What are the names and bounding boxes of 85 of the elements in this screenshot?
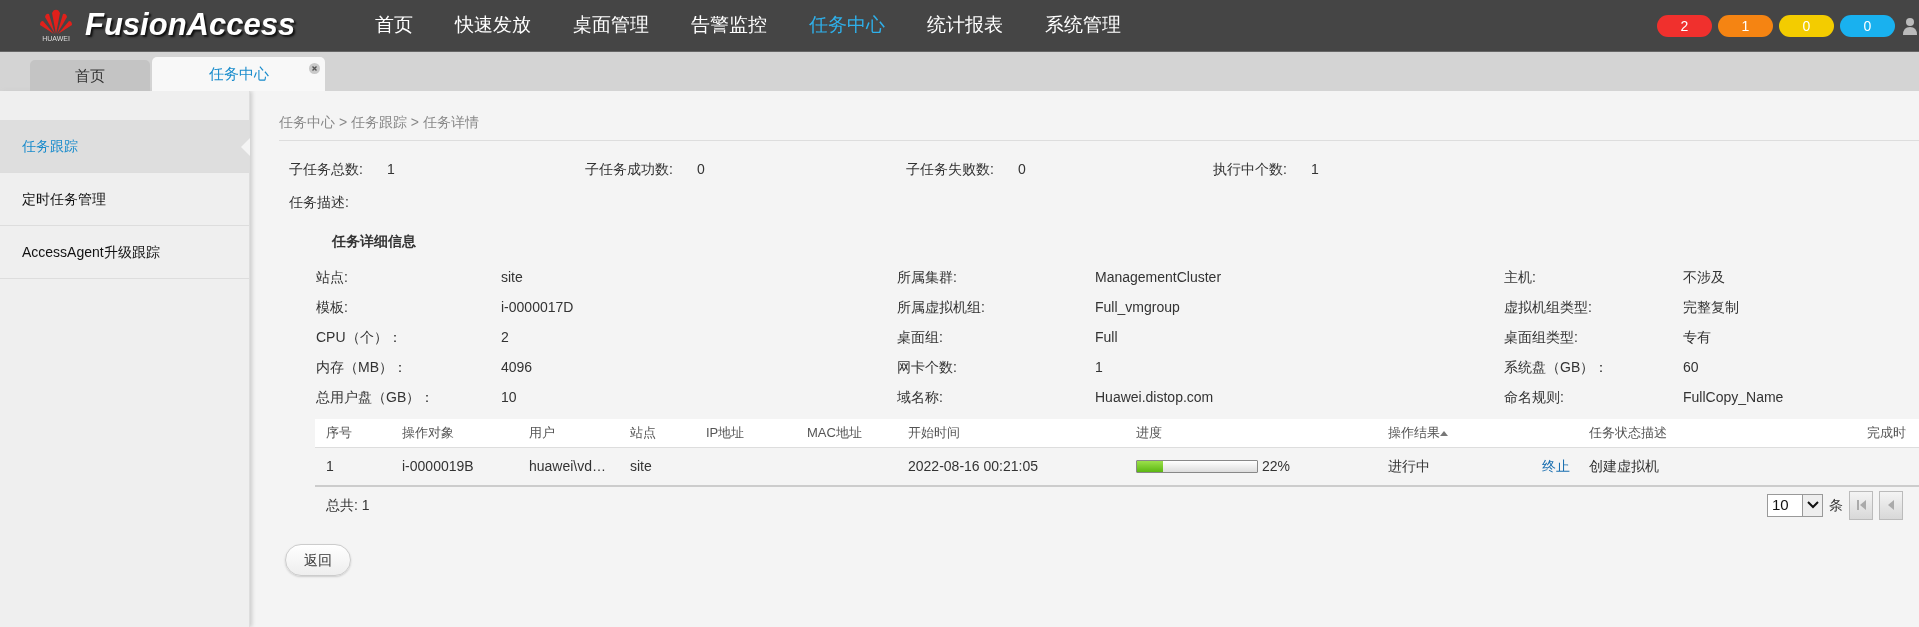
previous-page-icon xyxy=(1888,500,1894,510)
field-value: 1 xyxy=(386,160,395,179)
field-label: 主机: xyxy=(1504,269,1536,285)
dropdown-icon[interactable] xyxy=(1806,501,1819,509)
table-cell-text: 进行中 xyxy=(1388,457,1430,476)
back-button[interactable]: 返回 xyxy=(285,544,351,576)
field-value: 0 xyxy=(1017,160,1026,179)
nav-item[interactable]: 首页 xyxy=(375,11,413,40)
column-header[interactable]: MAC地址 xyxy=(807,423,862,443)
field-value: 10 xyxy=(501,389,517,405)
field-label: 总用户盘（GB）： xyxy=(316,389,435,405)
field-label: 命名规则: xyxy=(1504,389,1564,405)
field-label: 执行中个数: xyxy=(1213,160,1287,179)
field-value: Full_vmgroup xyxy=(1095,299,1180,315)
column-header[interactable]: 任务状态描述 xyxy=(1589,423,1667,443)
table-cell-text: 2022-08-16 00:21:05 xyxy=(908,457,1038,476)
field-value: 1 xyxy=(1310,160,1319,179)
field-label: 桌面组类型: xyxy=(1504,329,1578,345)
field-label: 子任务失败数: xyxy=(906,160,994,179)
column-header[interactable]: 站点 xyxy=(630,423,656,443)
field-value: 0 xyxy=(696,160,705,179)
field-value: 不涉及 xyxy=(1683,269,1725,285)
field-value: 专有 xyxy=(1683,329,1711,345)
tab[interactable]: 任务中心 xyxy=(152,57,325,91)
column-header[interactable]: IP地址 xyxy=(706,423,745,443)
field-label: 子任务成功数: xyxy=(585,160,673,179)
section-title: 任务详细信息 xyxy=(332,233,416,249)
field-label: 任务描述: xyxy=(289,194,349,210)
field-value: ManagementCluster xyxy=(1095,269,1222,285)
column-header[interactable]: 操作对象 xyxy=(402,423,454,443)
column-header[interactable]: 完成时 xyxy=(1867,423,1906,443)
first-page-icon xyxy=(1856,500,1866,510)
column-header[interactable]: 序号 xyxy=(326,423,352,443)
stop-link[interactable]: 终止 xyxy=(1542,456,1570,477)
field-label: 所属集群: xyxy=(897,269,957,285)
field-label: 网卡个数: xyxy=(897,359,957,375)
field-label: CPU（个）： xyxy=(316,329,402,345)
field-value: i-0000017D xyxy=(501,299,574,315)
field-label: 所属虚拟机组: xyxy=(897,299,985,315)
progress-text: 22% xyxy=(1262,457,1291,476)
field-value: site xyxy=(501,269,523,285)
column-header[interactable]: 用户 xyxy=(529,423,555,443)
column-header[interactable]: 开始时间 xyxy=(908,423,960,443)
field-value: Full xyxy=(1095,329,1118,345)
field-value: FullCopy_Name xyxy=(1683,389,1784,405)
tab[interactable]: 首页 xyxy=(30,60,150,91)
field-label: 系统盘（GB）： xyxy=(1504,359,1609,375)
app-title: FusionAccess xyxy=(85,6,296,45)
field-label: 模板: xyxy=(316,299,348,315)
table-cell-text: site xyxy=(630,457,652,476)
user-icon[interactable] xyxy=(1903,16,1917,35)
field-value: 完整复制 xyxy=(1683,299,1739,315)
nav-item[interactable]: 快速发放 xyxy=(455,11,531,40)
table-cell-text: 1 xyxy=(326,457,334,476)
nav-item[interactable]: 告警监控 xyxy=(691,11,767,40)
field-label: 站点: xyxy=(316,269,348,285)
field-label: 桌面组: xyxy=(897,329,943,345)
table-cell-text: huawei\vd… xyxy=(529,457,607,476)
alarm-count-badge[interactable]: 2 xyxy=(1657,14,1712,37)
field-label: 域名称: xyxy=(897,389,943,405)
field-label: 虚拟机组类型: xyxy=(1504,299,1592,315)
column-header[interactable]: 进度 xyxy=(1136,423,1162,443)
page-unit: 条 xyxy=(1829,495,1843,515)
field-value: 4096 xyxy=(501,359,533,375)
page-size-select[interactable]: 10 xyxy=(1767,493,1823,517)
field-value: 1 xyxy=(1095,359,1103,375)
field-value: Huawei.distop.com xyxy=(1095,389,1214,405)
field-label: 子任务总数: xyxy=(289,160,363,179)
total-count: 总共: 1 xyxy=(326,495,370,515)
nav-item[interactable]: 任务中心 xyxy=(809,11,885,40)
table-cell-text: i-0000019B xyxy=(402,457,474,476)
sidebar-item[interactable]: 定时任务管理 xyxy=(0,173,249,226)
breadcrumb: 任务中心 > 任务跟踪 > 任务详情 xyxy=(279,114,479,130)
nav-item[interactable]: 桌面管理 xyxy=(573,11,649,40)
sidebar-item[interactable]: AccessAgent升级跟踪 xyxy=(0,226,249,279)
nav-item[interactable]: 系统管理 xyxy=(1045,11,1121,40)
column-header[interactable]: 操作结果 xyxy=(1388,423,1448,443)
field-label: 内存（MB）： xyxy=(316,359,407,375)
nav-item[interactable]: 统计报表 xyxy=(927,11,1003,40)
table-cell-text: 创建虚拟机 xyxy=(1589,457,1659,476)
field-value: 60 xyxy=(1683,359,1699,375)
field-value: 2 xyxy=(501,329,509,345)
logo-icon xyxy=(39,9,73,35)
close-icon[interactable] xyxy=(309,63,320,74)
sort-icon[interactable] xyxy=(1440,431,1448,437)
